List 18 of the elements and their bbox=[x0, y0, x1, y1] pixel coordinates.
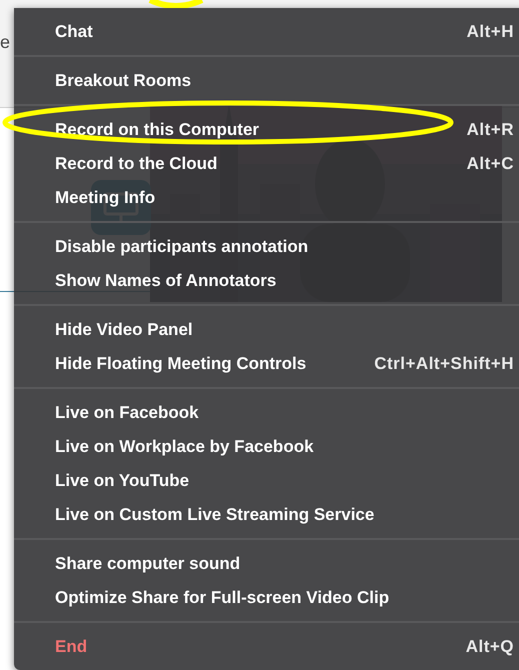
menu-item[interactable]: Live on YouTube bbox=[14, 464, 519, 498]
menu-item[interactable]: Live on Workplace by Facebook bbox=[14, 430, 519, 464]
menu-item[interactable]: Breakout Rooms bbox=[14, 64, 519, 98]
menu-item[interactable]: Share computer sound bbox=[14, 546, 519, 580]
menu-item[interactable]: End Alt+Q bbox=[14, 630, 519, 664]
menu-item[interactable]: Live on Custom Live Streaming Service bbox=[14, 498, 519, 532]
menu-item[interactable]: Disable participants annotation bbox=[14, 230, 519, 264]
menu-item[interactable]: Hide Floating Meeting Controls Ctrl+Alt+Shift+H bbox=[14, 346, 519, 380]
menu-item[interactable]: Live on Facebook bbox=[14, 396, 519, 430]
ribbon-label: e bbox=[0, 31, 12, 53]
menu-item[interactable]: Chat Alt+H bbox=[14, 14, 519, 48]
menu-item[interactable]: Show Names of Annotators bbox=[14, 264, 519, 298]
menu-item[interactable]: Meeting Info bbox=[14, 180, 519, 214]
menu-item[interactable]: Hide Video Panel bbox=[14, 312, 519, 346]
menu-item[interactable]: Record to the Cloud Alt+C bbox=[14, 146, 519, 180]
menu-item[interactable]: Record on this Computer Alt+R bbox=[14, 112, 519, 146]
menu-item[interactable]: Optimize Share for Full-screen Video Clip bbox=[14, 580, 519, 614]
highlight-mark bbox=[148, 0, 204, 8]
